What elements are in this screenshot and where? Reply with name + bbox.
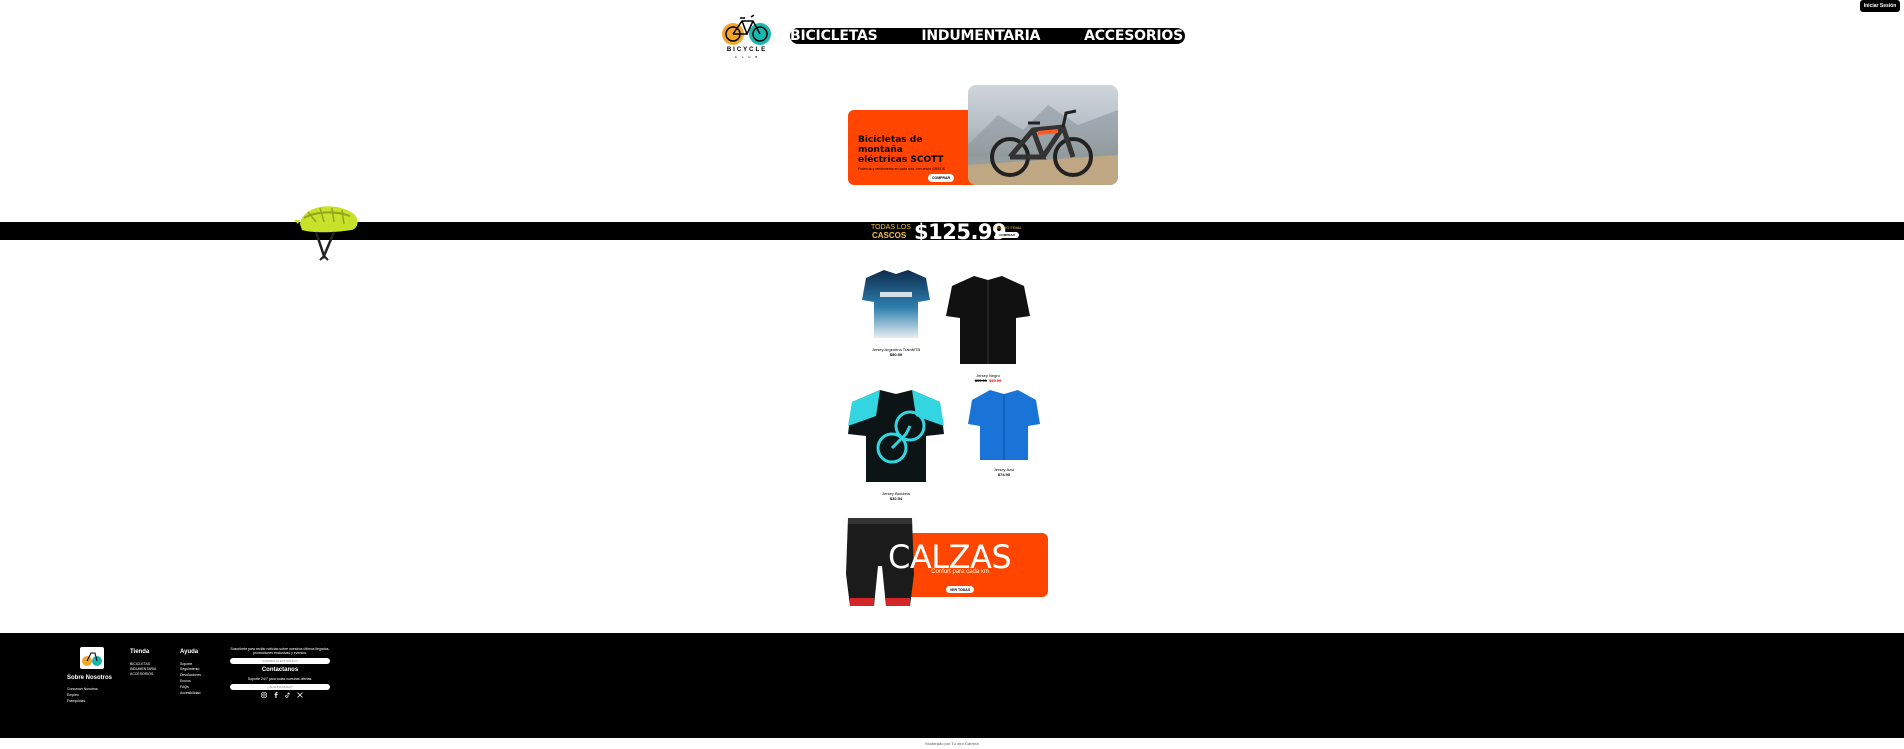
logo-subtext: C L U B	[734, 55, 760, 59]
product-old-price: $99.99	[974, 378, 987, 383]
strip-small-text: TODAS LOS	[871, 224, 911, 231]
footer-about-link[interactable]: Franquicias	[67, 699, 85, 703]
helmet-promo-strip: TODAS LOS CASCOS $125.99 PRECIO FINAL CO…	[0, 220, 1904, 244]
tiktok-icon[interactable]	[285, 692, 291, 698]
footer-help-link[interactable]: Envíos	[180, 679, 191, 683]
logo-text: BICYCLE	[726, 47, 768, 53]
promo-description: Potencia y rendimiento en cada ruta, con…	[858, 167, 945, 171]
bicycle-logo-icon	[722, 14, 771, 45]
nav-indumentaria[interactable]: INDUMENTARIA	[921, 28, 1040, 44]
nav-bicicletas[interactable]: BICICLETAS	[790, 28, 878, 44]
footer-help-link[interactable]: Devoluciones	[180, 673, 201, 677]
footer-subscribe-text: Suscribete para recibir noticias sobre n…	[230, 647, 330, 655]
jersey-bicicleta-image	[848, 390, 944, 482]
x-twitter-icon[interactable]	[297, 692, 303, 698]
footer-about-title: Sobre Nosotros	[67, 675, 113, 681]
main-nav: BICICLETAS INDUMENTARIA ACCESORIOS	[790, 28, 1185, 44]
calzas-subtitle: Confort para cada km	[931, 569, 989, 575]
nav-accesorios[interactable]: ACCESORIOS	[1084, 28, 1183, 44]
promo-title: Bicicletas de montaña eléctricas SCOTT	[858, 135, 944, 165]
strip-final-text: PRECIO FINAL	[994, 225, 1022, 230]
product-card[interactable]: Jersey Azul $74.90	[964, 388, 1044, 477]
footer-question-input[interactable]: ¿ALGUNA DUDA?	[230, 684, 330, 690]
footer-help-link[interactable]: Soporte	[180, 662, 192, 666]
product-sale-price: $59.99	[989, 378, 1002, 383]
ebike-image	[968, 85, 1118, 185]
product-card[interactable]: Jersey Argentina TrainMTB $80.99	[860, 266, 932, 357]
copyright-text: Moderado por Tu otro Carrera	[925, 741, 979, 746]
footer-help-link[interactable]: Accesibilidad	[180, 691, 200, 695]
jersey-azul-image	[968, 390, 1040, 460]
helmet-image	[294, 198, 364, 262]
footer-shop-title: Tienda	[130, 649, 150, 655]
footer-contact-title: Contactanos	[261, 667, 299, 673]
product-card[interactable]: Jersey Negro $99.99 $59.99	[944, 272, 1032, 383]
promo-card: Bicicletas de montaña eléctricas SCOTT P…	[848, 85, 1118, 185]
footer-contact-text: Soporte 24/7 para todas nuestras ofertas…	[247, 677, 313, 681]
footer-about-link[interactable]: Empleo	[67, 693, 79, 697]
site-logo[interactable]: BICYCLE C L U B	[720, 12, 774, 60]
bicycle-logo-icon	[82, 652, 102, 666]
footer-shop-link[interactable]: INDUMENTARIA	[130, 667, 156, 671]
facebook-icon[interactable]	[273, 692, 279, 698]
footer-about-link[interactable]: Conozcan Nosotros	[67, 687, 98, 691]
instagram-icon[interactable]	[261, 692, 267, 698]
product-price: $32.54	[889, 496, 903, 501]
footer-shop-link[interactable]: ACCESORIOS	[130, 672, 153, 676]
product-price: $74.90	[997, 472, 1011, 477]
strip-cascos-text: CASCOS	[872, 231, 907, 240]
strip-buy-button[interactable]: COMPRAR	[995, 232, 1019, 238]
footer-email-input[interactable]: CORREO ELECTRÓNICO	[230, 658, 330, 664]
strip-price: $125.99	[914, 220, 1007, 244]
footer-shop-link[interactable]: BICICLETAS	[130, 662, 150, 666]
footer-help-link[interactable]: Seguimiento	[180, 667, 199, 671]
footer-help-title: Ayuda	[180, 649, 199, 655]
footer-logo[interactable]	[80, 647, 104, 669]
footer-help-link[interactable]: FAQs	[180, 685, 189, 689]
footer: Sobre Nosotros Conozcan Nosotros Empleo …	[0, 633, 1904, 738]
login-button[interactable]: Iniciar Sesión	[1860, 0, 1900, 12]
jersey-negro-image	[946, 276, 1030, 364]
calzas-view-all-button[interactable]: VER TODAS	[946, 586, 974, 593]
product-price: $80.99	[889, 352, 903, 357]
jersey-argentina-image	[862, 270, 930, 338]
promo-buy-button[interactable]: COMPRAR	[928, 174, 954, 182]
footer-social-icons	[261, 692, 303, 698]
product-card[interactable]: Jersey Bicicleta $32.54	[846, 386, 946, 501]
product-price: $99.99 $59.99	[944, 378, 1032, 383]
